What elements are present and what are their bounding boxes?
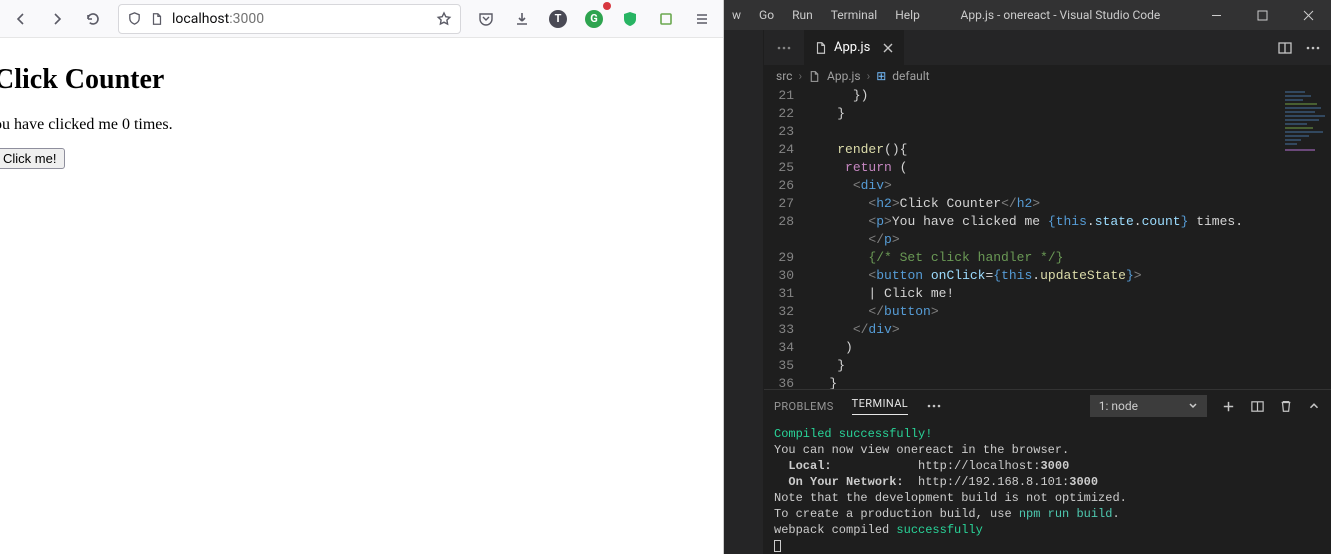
extension-puzzle-icon[interactable] xyxy=(651,4,681,34)
extension-grammarly-icon[interactable]: G xyxy=(579,4,609,34)
menu-item-w[interactable]: w xyxy=(724,0,749,30)
chevron-up-icon[interactable] xyxy=(1307,399,1321,413)
split-terminal-icon[interactable] xyxy=(1250,399,1265,414)
page-heading: Click Counter xyxy=(0,64,164,96)
page-content: Click Counter ou have clicked me 0 times… xyxy=(0,38,723,169)
close-button[interactable] xyxy=(1285,0,1331,30)
forward-button[interactable] xyxy=(42,4,72,34)
tab-overflow-icon[interactable] xyxy=(764,30,804,65)
bookmark-star-icon[interactable] xyxy=(436,11,452,27)
pocket-icon[interactable] xyxy=(471,4,501,34)
split-editor-icon[interactable] xyxy=(1277,40,1293,56)
vscode-menu: wGoRunTerminalHelp xyxy=(724,0,928,30)
editor-tabs-bar: App.js xyxy=(764,30,1331,65)
terminal-output[interactable]: Compiled successfully!You can now view o… xyxy=(764,422,1331,554)
symbol-icon: ⊞ xyxy=(876,69,886,83)
minimap[interactable] xyxy=(1281,87,1331,389)
panel-tabs: PROBLEMS TERMINAL 1: node xyxy=(764,390,1331,422)
terminal-select[interactable]: 1: node xyxy=(1090,395,1207,417)
file-icon xyxy=(814,41,828,55)
browser-window: localhost:3000 T G Click Counter ou have… xyxy=(0,0,724,554)
menu-item-help[interactable]: Help xyxy=(887,0,928,30)
extension-t-icon[interactable]: T xyxy=(543,4,573,34)
maximize-button[interactable] xyxy=(1239,0,1285,30)
vscode-titlebar: wGoRunTerminalHelp App.js - onereact - V… xyxy=(724,0,1331,30)
more-actions-icon[interactable] xyxy=(1305,40,1321,56)
breadcrumbs[interactable]: src › App.js › ⊞ default xyxy=(764,65,1331,87)
extension-shield-icon[interactable] xyxy=(615,4,645,34)
new-terminal-icon[interactable] xyxy=(1221,399,1236,414)
panel-tab-problems[interactable]: PROBLEMS xyxy=(774,400,834,413)
window-controls xyxy=(1193,0,1331,30)
breadcrumb-file: App.js xyxy=(827,69,861,83)
shield-icon xyxy=(127,11,142,26)
editor-tab-appjs[interactable]: App.js xyxy=(804,30,905,65)
chevron-right-icon: › xyxy=(798,69,802,83)
minimize-button[interactable] xyxy=(1193,0,1239,30)
trash-icon[interactable] xyxy=(1279,399,1293,413)
app-menu-button[interactable] xyxy=(687,4,717,34)
url-bar[interactable]: localhost:3000 xyxy=(118,4,461,34)
reload-button[interactable] xyxy=(78,4,108,34)
close-icon[interactable] xyxy=(882,42,894,54)
menu-item-terminal[interactable]: Terminal xyxy=(823,0,886,30)
page-icon xyxy=(150,12,164,26)
chevron-down-icon xyxy=(1188,401,1198,411)
url-text: localhost:3000 xyxy=(172,11,264,27)
menu-item-go[interactable]: Go xyxy=(751,0,782,30)
vscode-side-gutter xyxy=(724,30,764,554)
vscode-window: wGoRunTerminalHelp App.js - onereact - V… xyxy=(724,0,1331,554)
tab-label: App.js xyxy=(834,40,870,55)
downloads-icon[interactable] xyxy=(507,4,537,34)
file-icon xyxy=(808,70,821,83)
chevron-right-icon: › xyxy=(867,69,871,83)
page-paragraph: ou have clicked me 0 times. xyxy=(0,116,173,134)
breadcrumb-symbol: default xyxy=(892,69,929,83)
panel-tab-terminal[interactable]: TERMINAL xyxy=(852,397,908,415)
click-me-button[interactable]: Click me! xyxy=(0,148,65,169)
panel: PROBLEMS TERMINAL 1: node xyxy=(764,389,1331,554)
code-editor[interactable]: 212223242526272829303132333435363738 }) … xyxy=(764,87,1331,389)
breadcrumb-folder: src xyxy=(776,69,792,83)
back-button[interactable] xyxy=(6,4,36,34)
panel-more-icon[interactable] xyxy=(926,398,942,414)
vscode-title: App.js - onereact - Visual Studio Code xyxy=(928,8,1193,22)
browser-toolbar: localhost:3000 T G xyxy=(0,0,723,38)
menu-item-run[interactable]: Run xyxy=(784,0,821,30)
